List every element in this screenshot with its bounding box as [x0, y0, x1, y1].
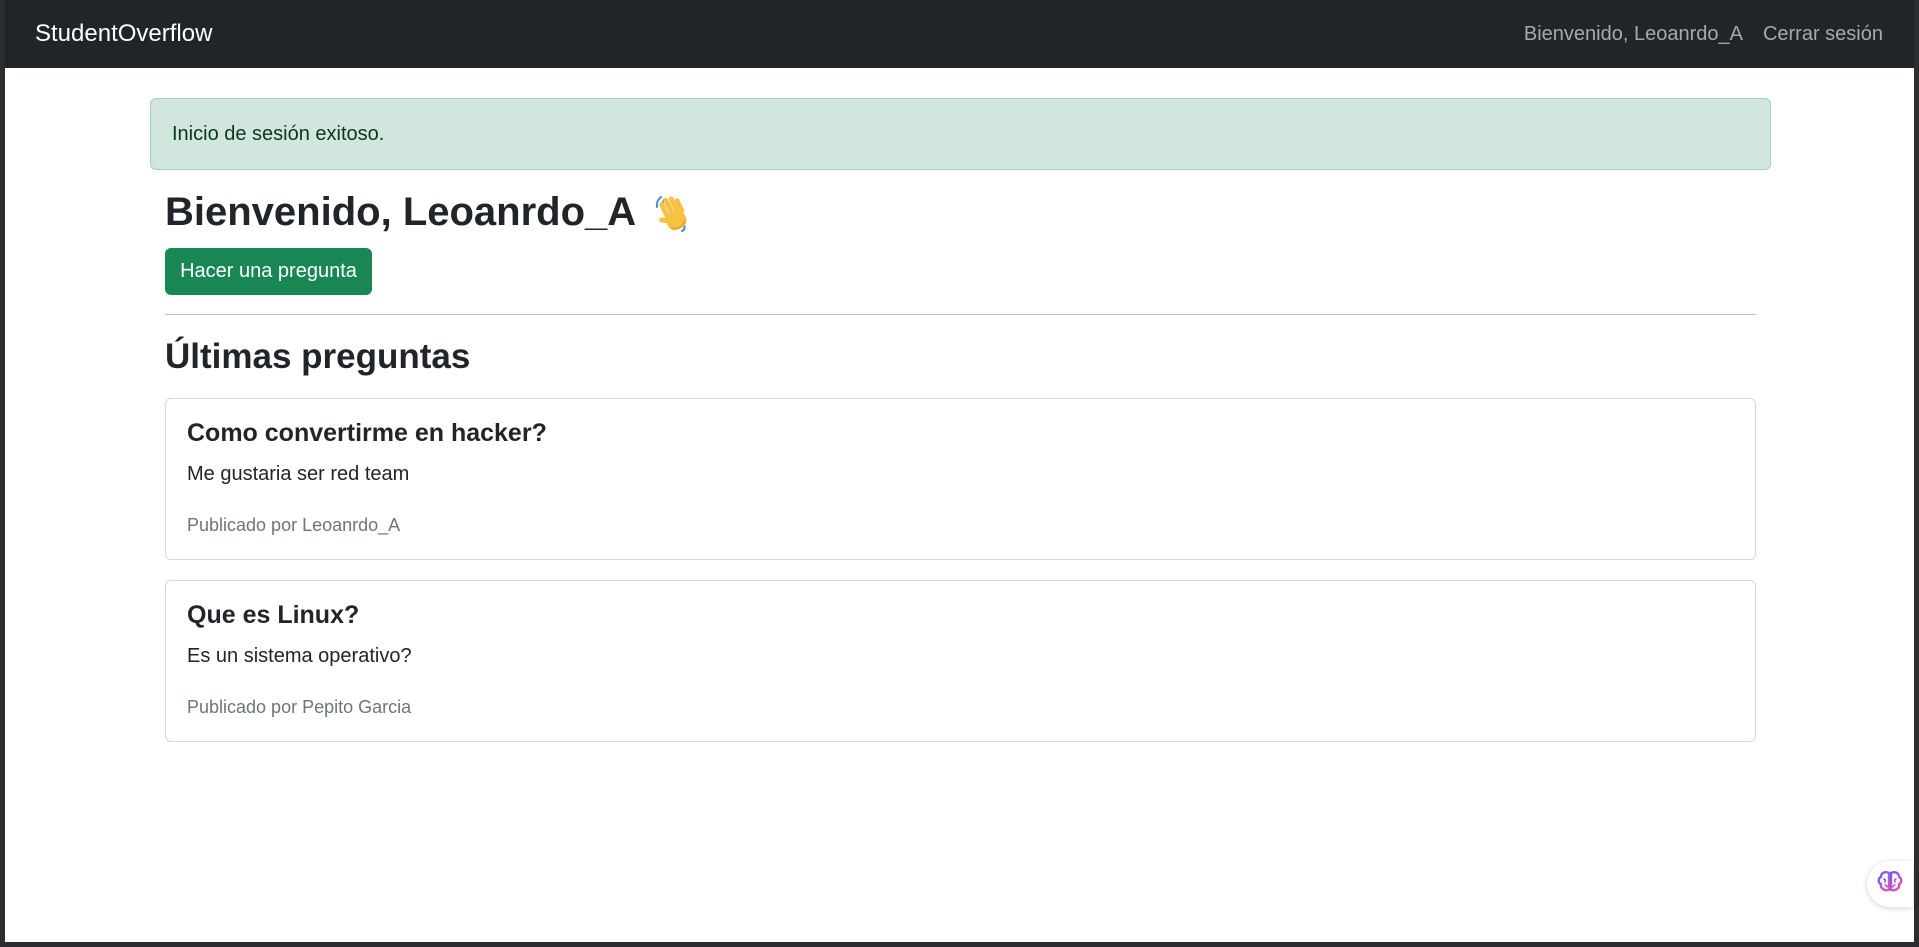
- section-divider: [165, 314, 1756, 315]
- welcome-heading-text: Bienvenido, Leoanrdo_A: [165, 190, 637, 234]
- welcome-heading: Bienvenido, Leoanrdo_A: [165, 190, 696, 235]
- question-author: Publicado por Pepito Garcia: [187, 697, 412, 717]
- browser-viewport: StudentOverflow Bienvenido, Leoanrdo_A C…: [5, 0, 1914, 942]
- question-card[interactable]: Como convertirme en hacker? Me gustaria …: [165, 398, 1756, 560]
- waving-hand-icon: [652, 191, 696, 235]
- question-body: Me gustaria ser red team: [187, 463, 410, 485]
- logout-link[interactable]: Cerrar sesión: [1763, 23, 1883, 46]
- alert-message: Inicio de sesión exitoso.: [172, 122, 385, 145]
- question-title[interactable]: Que es Linux?: [187, 601, 359, 630]
- success-alert: Inicio de sesión exitoso.: [150, 98, 1771, 170]
- question-author: Publicado por Leoanrdo_A: [187, 515, 401, 535]
- question-card[interactable]: Que es Linux? Es un sistema operativo? P…: [165, 580, 1756, 742]
- brand-link[interactable]: StudentOverflow: [35, 20, 212, 48]
- navbar: StudentOverflow Bienvenido, Leoanrdo_A C…: [5, 0, 1914, 68]
- brain-icon: [1877, 870, 1903, 899]
- question-title[interactable]: Como convertirme en hacker?: [187, 419, 547, 448]
- floating-assistant-button[interactable]: [1867, 861, 1913, 907]
- latest-questions-title: Últimas preguntas: [165, 337, 471, 376]
- question-body: Es un sistema operativo?: [187, 645, 412, 667]
- navbar-welcome-text: Bienvenido, Leoanrdo_A: [1523, 22, 1743, 45]
- navbar-right: Bienvenido, Leoanrdo_A Cerrar sesión: [1524, 23, 1883, 46]
- ask-question-button[interactable]: Hacer una pregunta: [165, 248, 372, 295]
